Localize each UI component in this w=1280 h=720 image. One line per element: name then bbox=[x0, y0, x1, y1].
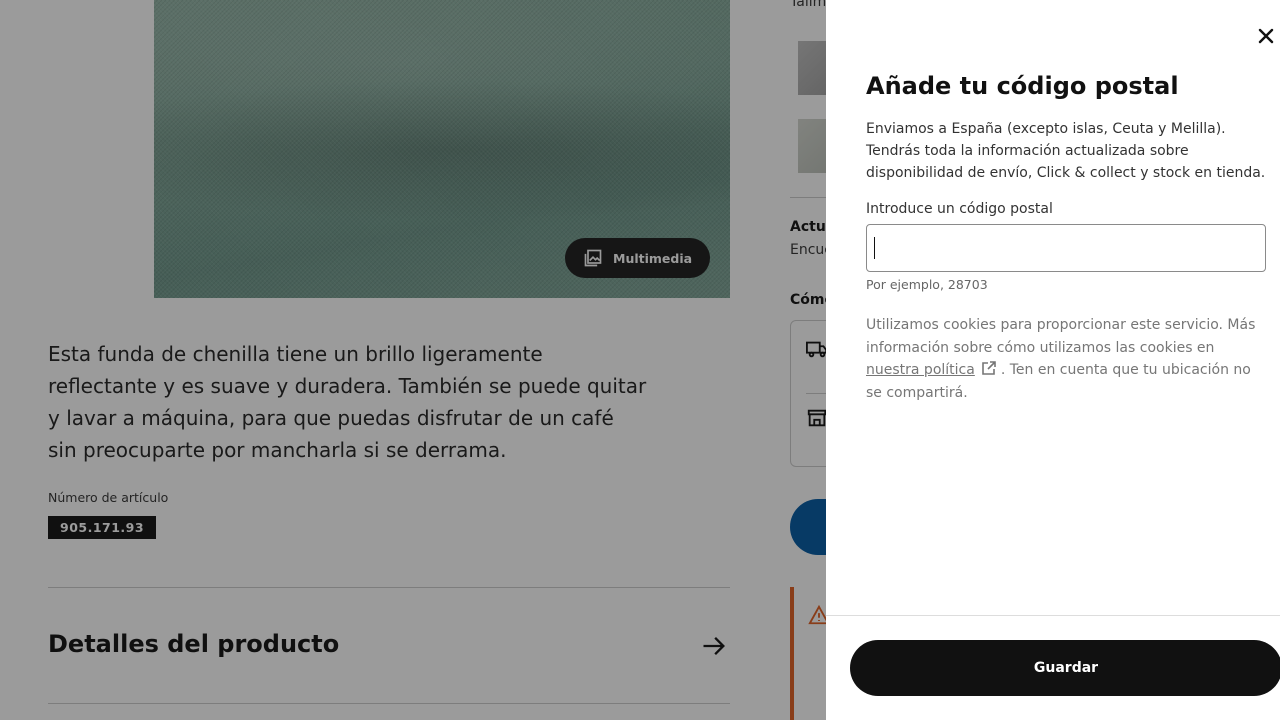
cookie-text-before: Utilizamos cookies para proporcionar est… bbox=[866, 317, 1256, 356]
external-link-icon[interactable] bbox=[981, 360, 997, 376]
text-caret bbox=[874, 237, 875, 259]
cookie-notice: Utilizamos cookies para proporcionar est… bbox=[866, 314, 1266, 404]
postal-code-label: Introduce un código postal bbox=[866, 201, 1053, 217]
close-icon bbox=[1258, 28, 1274, 44]
footer-divider bbox=[826, 615, 1280, 616]
postal-code-helper: Por ejemplo, 28703 bbox=[866, 277, 988, 292]
panel-description: Enviamos a España (excepto islas, Ceuta … bbox=[866, 121, 1266, 181]
panel-title: Añade tu código postal bbox=[866, 72, 1179, 100]
privacy-policy-link[interactable]: nuestra política bbox=[866, 362, 975, 378]
save-button[interactable]: Guardar bbox=[850, 640, 1280, 696]
postal-code-input[interactable] bbox=[866, 224, 1266, 272]
close-button[interactable] bbox=[1252, 22, 1280, 50]
postal-code-panel: Añade tu código postal Enviamos a España… bbox=[826, 0, 1280, 720]
